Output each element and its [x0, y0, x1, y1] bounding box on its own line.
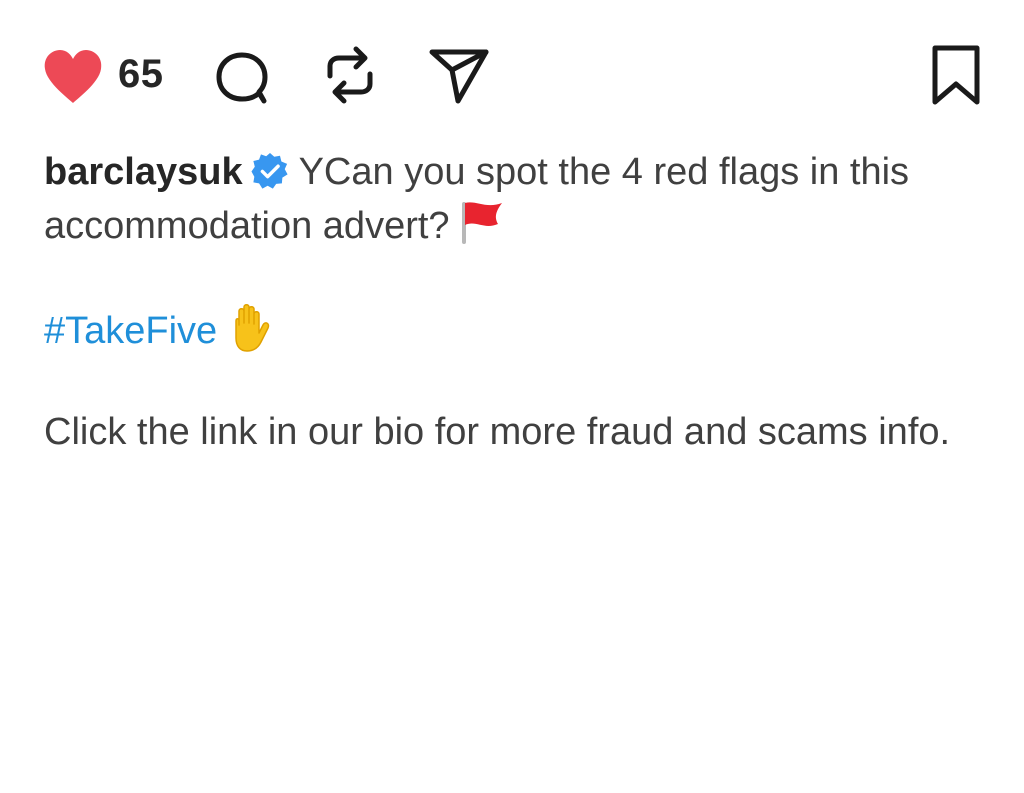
hashtag-link[interactable]: #TakeFive [44, 310, 217, 352]
bio-link-text: Click the link in our bio for more fraud… [44, 411, 951, 453]
post-caption: barclaysuk YCan you spot the 4 red flags… [44, 146, 1004, 252]
send-icon[interactable] [428, 47, 490, 105]
red-flag-emoji [461, 202, 502, 244]
raised-hand-emoji [235, 304, 270, 352]
repost-icon[interactable] [322, 44, 378, 106]
username-link[interactable]: barclaysuk [44, 151, 243, 193]
comment-icon[interactable] [214, 50, 270, 106]
bookmark-icon[interactable] [930, 44, 982, 106]
like-count: 65 [118, 52, 164, 96]
heart-icon[interactable] [43, 49, 103, 105]
post-action-bar: 65 [0, 0, 1024, 150]
hashtag-line: #TakeFive [44, 301, 273, 357]
verified-badge-icon [251, 152, 288, 189]
